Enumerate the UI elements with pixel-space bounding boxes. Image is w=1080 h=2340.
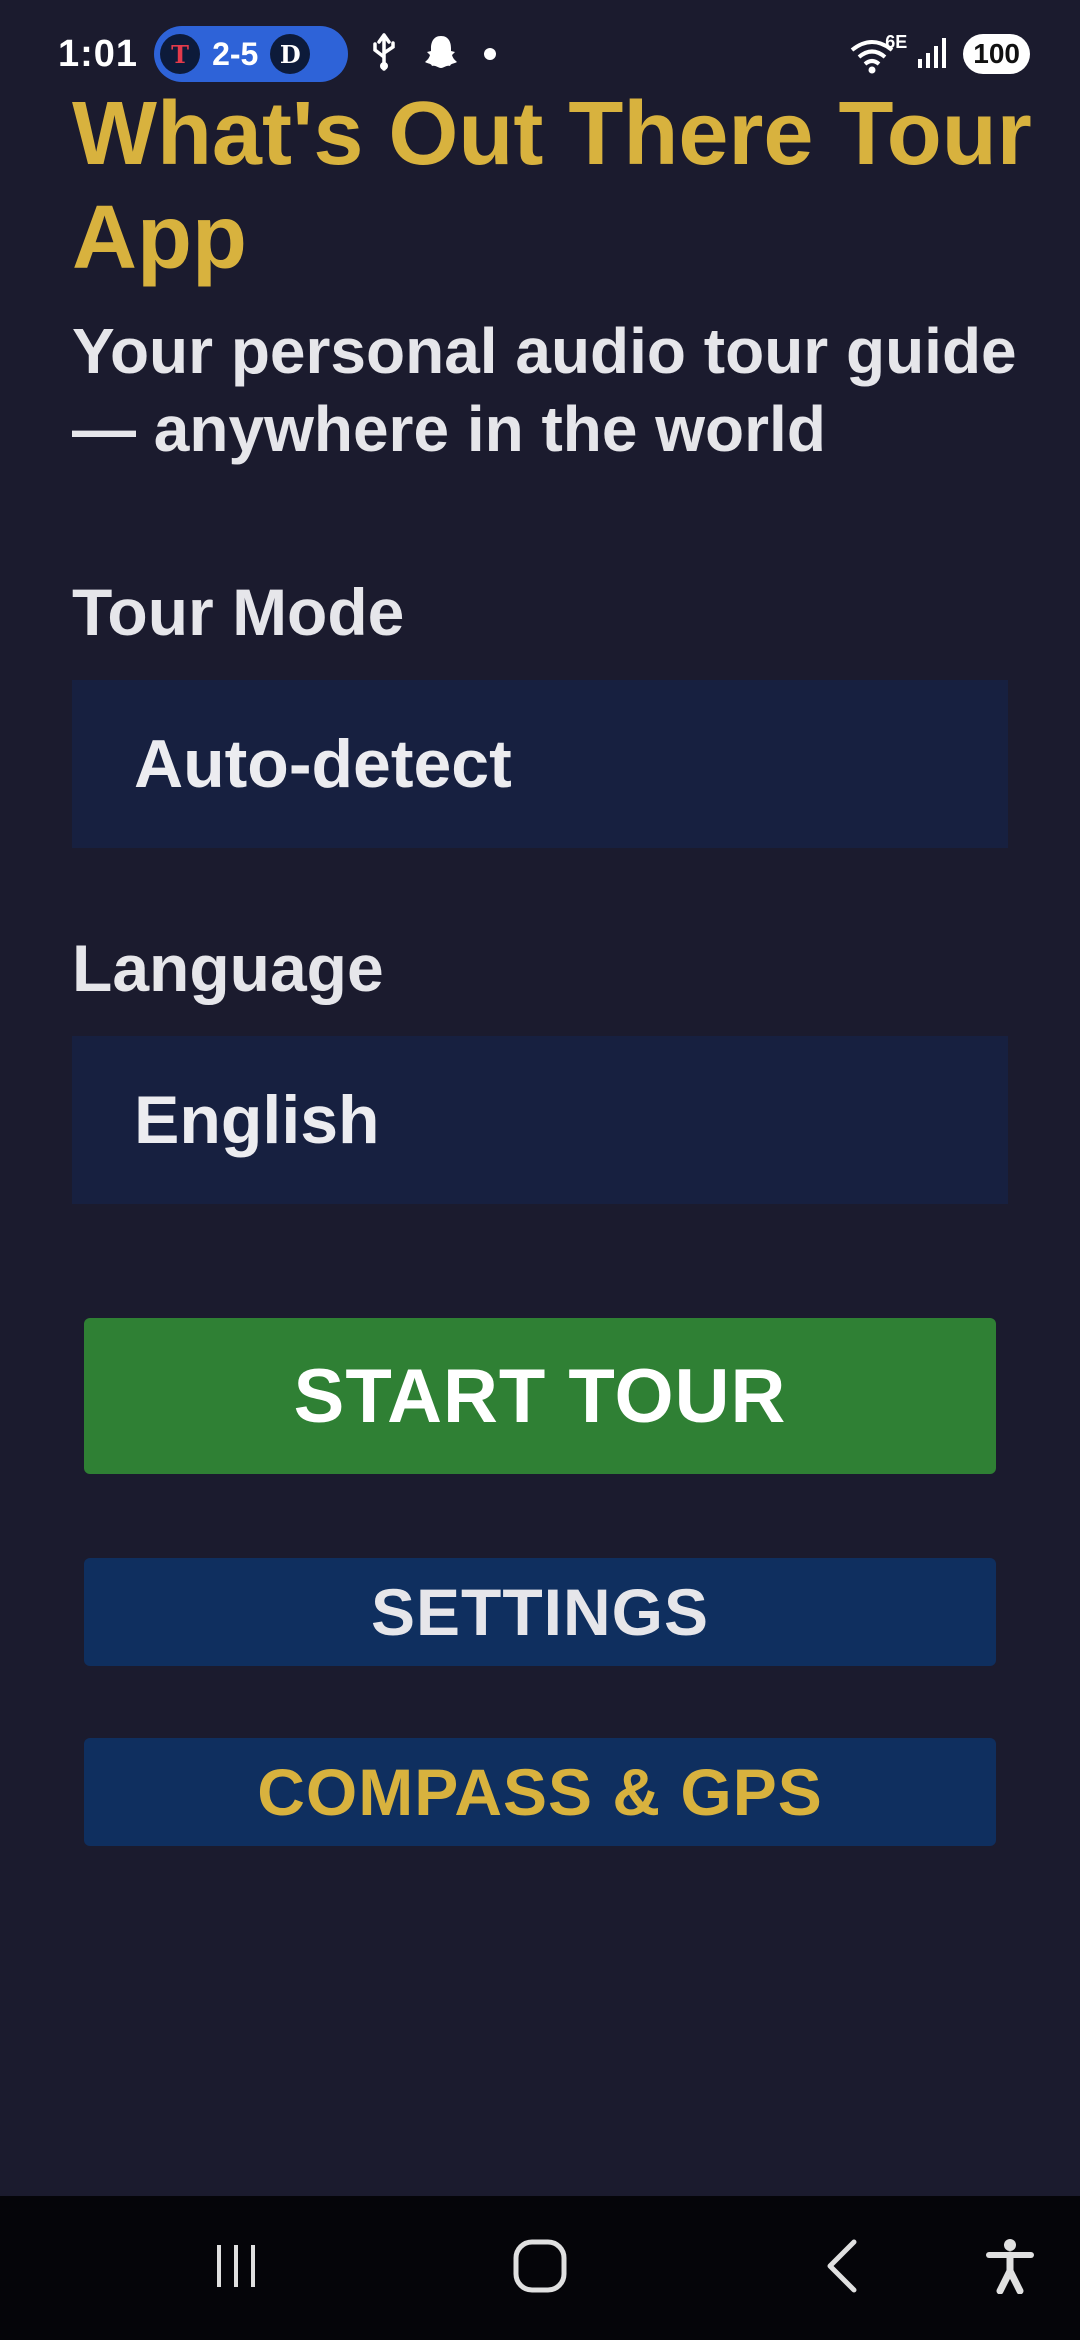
- back-button[interactable]: [806, 2232, 878, 2304]
- snapchat-ghost-icon: [422, 33, 460, 76]
- home-icon: [512, 2238, 568, 2299]
- back-icon: [822, 2238, 862, 2299]
- app-screen: 1:01 T 2-5 D 6E 100 What's Out There Tou…: [0, 0, 1080, 2340]
- tour-mode-label: Tour Mode: [72, 575, 405, 649]
- status-time: 1:01: [58, 32, 139, 75]
- compass-gps-button[interactable]: COMPASS & GPS: [84, 1738, 996, 1846]
- more-notifications-dot-icon: [484, 48, 497, 60]
- language-select[interactable]: English: [72, 1036, 1008, 1204]
- tigers-logo-icon: D: [270, 34, 311, 74]
- system-status-icons: 6E 100: [849, 32, 1030, 74]
- usb-icon: [370, 32, 398, 76]
- home-button[interactable]: [502, 2232, 578, 2304]
- recents-icon: [211, 2241, 261, 2296]
- language-label: Language: [72, 931, 384, 1005]
- notification-icons: [370, 32, 497, 76]
- app-subtitle: Your personal audio tour guide — anywher…: [72, 315, 1017, 465]
- accessibility-button[interactable]: [980, 2232, 1040, 2304]
- wifi-icon: 6E: [849, 32, 908, 74]
- settings-button[interactable]: SETTINGS: [84, 1558, 996, 1666]
- score-notification-pill[interactable]: T 2-5 D: [154, 26, 349, 82]
- signal-icon: [917, 35, 951, 74]
- twins-logo-icon: T: [160, 34, 201, 74]
- tour-mode-select[interactable]: Auto-detect: [72, 680, 1008, 848]
- start-tour-button[interactable]: START TOUR: [84, 1318, 996, 1474]
- system-navigation-bar: [0, 2196, 1080, 2340]
- game-score: 2-5: [212, 35, 259, 72]
- accessibility-icon: [986, 2238, 1034, 2299]
- app-title: What's Out There Tour App: [72, 84, 1032, 288]
- recents-button[interactable]: [200, 2232, 272, 2304]
- battery-indicator: 100: [963, 34, 1030, 74]
- network-type: 6E: [885, 32, 908, 52]
